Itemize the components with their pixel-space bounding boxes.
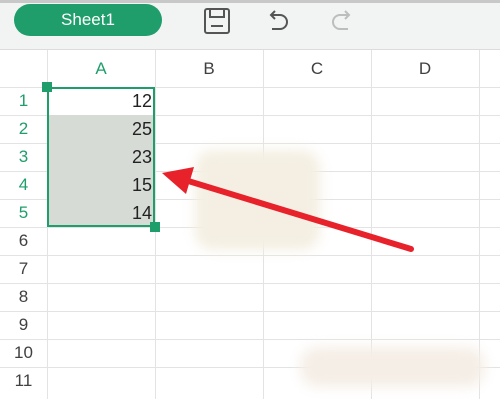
row-header-3[interactable]: 3: [0, 143, 47, 171]
undo-icon[interactable]: [262, 6, 292, 36]
column-header-d[interactable]: D: [371, 50, 479, 87]
row-header-11[interactable]: 11: [0, 367, 47, 395]
toolbar: Sheet1: [0, 0, 500, 50]
blurred-region: [300, 347, 485, 387]
selection-handle-bottom-right[interactable]: [150, 222, 160, 232]
grid-line: [479, 50, 480, 399]
cell-a3[interactable]: 23: [47, 143, 155, 171]
grid-line: [0, 283, 500, 284]
row-header-5[interactable]: 5: [0, 199, 47, 227]
row-header-9[interactable]: 9: [0, 311, 47, 339]
spreadsheet-grid: A B C D 1 2 3 4 5 6 7 8 9 10 11 12 25 23…: [0, 50, 500, 399]
row-header-6[interactable]: 6: [0, 227, 47, 255]
grid-line: [0, 311, 500, 312]
top-divider: [0, 0, 500, 3]
cell-a1[interactable]: 12: [47, 87, 155, 115]
row-header-8[interactable]: 8: [0, 283, 47, 311]
cell-a2[interactable]: 25: [47, 115, 155, 143]
column-header-a[interactable]: A: [47, 50, 155, 87]
grid-line: [0, 339, 500, 340]
save-icon[interactable]: [202, 6, 232, 36]
grid-line: [0, 255, 500, 256]
sheet-tab[interactable]: Sheet1: [14, 4, 162, 36]
cell-a4[interactable]: 15: [47, 171, 155, 199]
selection-handle-top-left[interactable]: [42, 82, 52, 92]
blurred-region: [195, 150, 320, 250]
column-header-c[interactable]: C: [263, 50, 371, 87]
row-header-7[interactable]: 7: [0, 255, 47, 283]
column-header-b[interactable]: B: [155, 50, 263, 87]
row-header-1[interactable]: 1: [0, 87, 47, 115]
row-header-10[interactable]: 10: [0, 339, 47, 367]
row-header-2[interactable]: 2: [0, 115, 47, 143]
cell-a5[interactable]: 14: [47, 199, 155, 227]
redo-icon[interactable]: [328, 6, 358, 36]
row-header-4[interactable]: 4: [0, 171, 47, 199]
